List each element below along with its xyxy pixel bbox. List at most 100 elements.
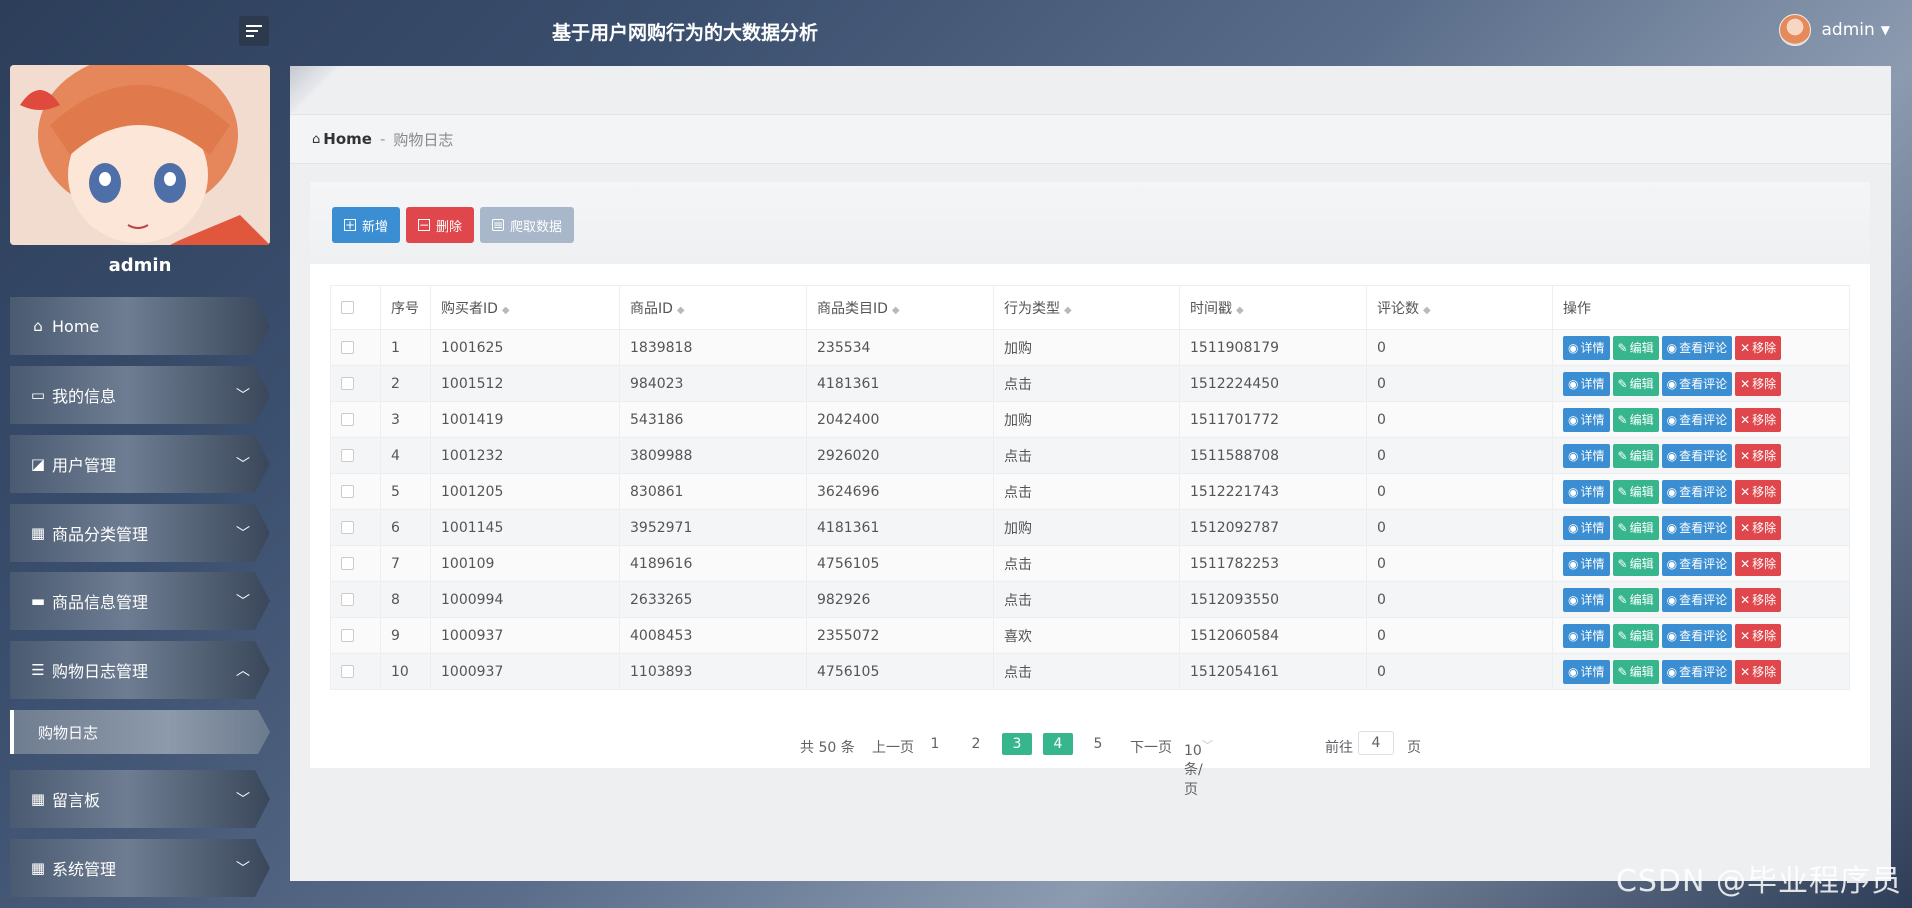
edit-label: 编辑 — [1629, 377, 1654, 391]
remove-label: 移除 — [1752, 341, 1777, 355]
sidebar-item-shopping-log[interactable]: ☰ 购物日志管理 ︿ — [10, 641, 270, 699]
sort-icon[interactable]: ◆ — [1423, 305, 1431, 316]
edit-button[interactable]: ✎ 编辑 — [1612, 335, 1659, 360]
remove-button[interactable]: ✕ 移除 — [1735, 407, 1782, 432]
view-reviews-button[interactable]: ◉ 查看评论 — [1661, 407, 1733, 432]
detail-button[interactable]: ◉ 详情 — [1563, 551, 1610, 576]
sidebar-item-my-info[interactable]: ▭ 我的信息 ﹀ — [10, 366, 270, 424]
delete-button[interactable]: − 删除 — [406, 207, 475, 243]
edit-button[interactable]: ✎ 编辑 — [1612, 515, 1659, 540]
remove-button[interactable]: ✕ 移除 — [1735, 371, 1782, 396]
header-buyer-id[interactable]: 购买者ID ◆ — [430, 285, 620, 330]
remove-button[interactable]: ✕ 移除 — [1735, 623, 1782, 648]
page-2[interactable]: 2 — [961, 733, 991, 755]
header-category-id[interactable]: 商品类目ID ◆ — [806, 285, 994, 330]
sidebar-item-users[interactable]: ◪ 用户管理 ﹀ — [10, 435, 270, 493]
sidebar-subitem-shopping-log[interactable]: 购物日志 — [10, 710, 270, 754]
page-size-select[interactable]: 10条/页 ﹀ — [1184, 737, 1213, 798]
detail-button[interactable]: ◉ 详情 — [1563, 587, 1610, 612]
edit-button[interactable]: ✎ 编辑 — [1612, 443, 1659, 468]
select-all-checkbox[interactable] — [341, 301, 354, 314]
remove-button[interactable]: ✕ 移除 — [1735, 515, 1782, 540]
table-cell: 10 — [380, 653, 431, 690]
page-4[interactable]: 4 — [1043, 733, 1073, 755]
row-checkbox[interactable] — [341, 485, 354, 498]
view-reviews-button[interactable]: ◉ 查看评论 — [1661, 623, 1733, 648]
sidebar-item-home[interactable]: ⌂ Home — [10, 297, 270, 355]
table-cell: 0 — [1366, 401, 1553, 438]
select-all-cell — [330, 285, 381, 330]
prev-page-button[interactable]: 上一页 — [872, 737, 914, 757]
detail-button[interactable]: ◉ 详情 — [1563, 479, 1610, 504]
next-page-button[interactable]: 下一页 — [1130, 737, 1172, 757]
remove-button[interactable]: ✕ 移除 — [1735, 659, 1782, 684]
row-checkbox[interactable] — [341, 341, 354, 354]
view-reviews-button[interactable]: ◉ 查看评论 — [1661, 659, 1733, 684]
edit-button[interactable]: ✎ 编辑 — [1612, 623, 1659, 648]
view-reviews-button[interactable]: ◉ 查看评论 — [1661, 479, 1733, 504]
row-checkbox[interactable] — [341, 593, 354, 606]
view-reviews-button[interactable]: ◉ 查看评论 — [1661, 515, 1733, 540]
row-checkbox[interactable] — [341, 629, 354, 642]
edit-button[interactable]: ✎ 编辑 — [1612, 551, 1659, 576]
edit-button[interactable]: ✎ 编辑 — [1612, 407, 1659, 432]
sidebar-item-category[interactable]: ▦ 商品分类管理 ﹀ — [10, 504, 270, 562]
view-reviews-button[interactable]: ◉ 查看评论 — [1661, 551, 1733, 576]
detail-button[interactable]: ◉ 详情 — [1563, 515, 1610, 540]
crawl-data-button[interactable]: ≡ 爬取数据 — [480, 207, 575, 243]
detail-button[interactable]: ◉ 详情 — [1563, 623, 1610, 648]
page-1[interactable]: 1 — [920, 733, 950, 755]
header-review-count[interactable]: 评论数 ◆ — [1366, 285, 1553, 330]
sidebar-item-system[interactable]: ▦ 系统管理 ﹀ — [10, 839, 270, 897]
page-3[interactable]: 3 — [1002, 733, 1032, 755]
edit-button[interactable]: ✎ 编辑 — [1612, 587, 1659, 612]
remove-button[interactable]: ✕ 移除 — [1735, 443, 1782, 468]
close-icon: ✕ — [1740, 664, 1751, 679]
row-checkbox[interactable] — [341, 521, 354, 534]
view-reviews-button[interactable]: ◉ 查看评论 — [1661, 443, 1733, 468]
row-checkbox[interactable] — [341, 413, 354, 426]
edit-button[interactable]: ✎ 编辑 — [1612, 659, 1659, 684]
detail-button[interactable]: ◉ 详情 — [1563, 659, 1610, 684]
sort-icon[interactable]: ◆ — [502, 305, 510, 316]
remove-button[interactable]: ✕ 移除 — [1735, 335, 1782, 360]
edit-button[interactable]: ✎ 编辑 — [1612, 371, 1659, 396]
sidebar-item-label: 我的信息 — [52, 387, 117, 406]
detail-button[interactable]: ◉ 详情 — [1563, 335, 1610, 360]
detail-button[interactable]: ◉ 详情 — [1563, 443, 1610, 468]
page-5[interactable]: 5 — [1083, 733, 1113, 755]
row-checkbox[interactable] — [341, 377, 354, 390]
view-reviews-button[interactable]: ◉ 查看评论 — [1661, 371, 1733, 396]
header-product-id[interactable]: 商品ID ◆ — [619, 285, 807, 330]
breadcrumb-home[interactable]: Home — [323, 130, 372, 148]
remove-label: 移除 — [1752, 449, 1777, 463]
table-cell: 1512092787 — [1179, 509, 1367, 546]
edit-button[interactable]: ✎ 编辑 — [1612, 479, 1659, 504]
user-menu[interactable]: admin ▼ — [1779, 14, 1890, 46]
sort-icon[interactable]: ◆ — [1064, 305, 1072, 316]
header-timestamp[interactable]: 时间戳 ◆ — [1179, 285, 1367, 330]
sidebar-item-products[interactable]: ▬ 商品信息管理 ﹀ — [10, 572, 270, 630]
row-checkbox[interactable] — [341, 557, 354, 570]
sidebar-item-message-board[interactable]: ▦ 留言板 ﹀ — [10, 770, 270, 828]
sort-icon[interactable]: ◆ — [677, 305, 685, 316]
table-row: 9 1000937 4008453 2355072 喜欢 1512060584 0 ◉ 详情 … — [330, 617, 1850, 654]
detail-button[interactable]: ◉ 详情 — [1563, 371, 1610, 396]
row-checkbox[interactable] — [341, 665, 354, 678]
remove-button[interactable]: ✕ 移除 — [1735, 551, 1782, 576]
remove-button[interactable]: ✕ 移除 — [1735, 587, 1782, 612]
table-cell: 982926 — [806, 581, 994, 618]
eye-icon: ◉ — [1568, 592, 1579, 607]
menu-toggle-button[interactable] — [239, 16, 269, 46]
view-reviews-button[interactable]: ◉ 查看评论 — [1661, 335, 1733, 360]
goto-page-input[interactable]: 4 — [1358, 731, 1394, 755]
view-reviews-button[interactable]: ◉ 查看评论 — [1661, 587, 1733, 612]
row-checkbox[interactable] — [341, 449, 354, 462]
remove-button[interactable]: ✕ 移除 — [1735, 479, 1782, 504]
sort-icon[interactable]: ◆ — [892, 305, 900, 316]
add-button[interactable]: + 新增 — [332, 207, 401, 243]
header-behavior-type[interactable]: 行为类型 ◆ — [993, 285, 1180, 330]
edit-label: 编辑 — [1629, 449, 1654, 463]
detail-button[interactable]: ◉ 详情 — [1563, 407, 1610, 432]
sort-icon[interactable]: ◆ — [1236, 305, 1244, 316]
